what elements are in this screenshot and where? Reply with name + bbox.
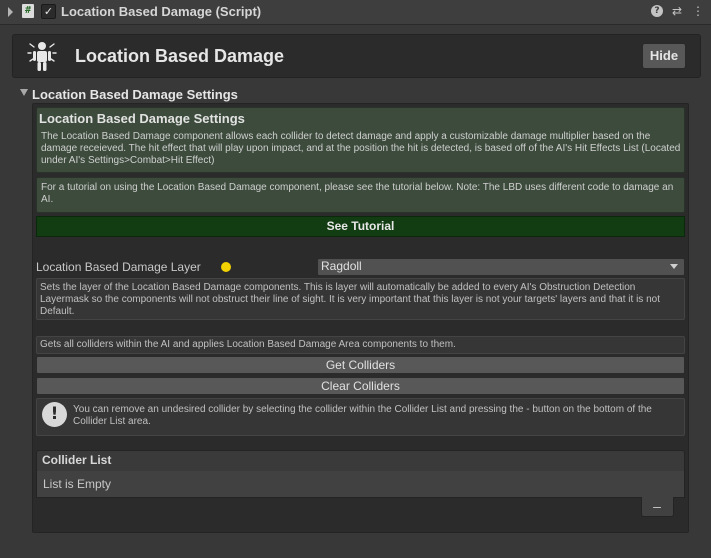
- collider-list-title: Collider List: [42, 453, 112, 467]
- script-icon: #: [22, 4, 34, 18]
- layer-dropdown-value: Ragdoll: [321, 259, 362, 273]
- info-text: The Location Based Damage component allo…: [41, 131, 681, 166]
- settings-foldout-label[interactable]: Location Based Damage Settings: [32, 87, 238, 102]
- layer-field-label: Location Based Damage Layer: [36, 260, 201, 274]
- component-title: Location Based Damage (Script): [61, 4, 262, 19]
- remove-collider-help-text: You can remove an undesired collider by …: [73, 404, 652, 427]
- get-colliders-button[interactable]: Get Colliders: [36, 356, 685, 374]
- remove-item-button[interactable]: –: [651, 498, 663, 514]
- warning-icon: !: [42, 402, 67, 427]
- foldout-arrow-icon[interactable]: [8, 7, 13, 17]
- help-icon[interactable]: ?: [651, 5, 663, 17]
- layer-description: Sets the layer of the Location Based Dam…: [40, 282, 660, 317]
- preset-icon[interactable]: ⇄: [670, 4, 684, 18]
- colliders-description: Gets all colliders within the AI and app…: [40, 339, 456, 350]
- layer-indicator-icon: [221, 262, 231, 272]
- collider-list-header: [36, 450, 685, 472]
- panel-title: Location Based Damage: [75, 46, 285, 66]
- see-tutorial-button[interactable]: See Tutorial: [36, 216, 685, 237]
- collider-list-empty-text: List is Empty: [43, 477, 112, 491]
- info-title: Location Based Damage Settings: [39, 111, 245, 126]
- collider-list-body[interactable]: [36, 471, 685, 498]
- title-panel: Location Based Damage Hide: [12, 34, 701, 78]
- settings-foldout-arrow-icon[interactable]: [20, 89, 28, 96]
- layer-dropdown[interactable]: [317, 258, 685, 276]
- clear-colliders-button[interactable]: Clear Colliders: [36, 377, 685, 395]
- enable-checkbox[interactable]: ✓: [41, 4, 56, 19]
- chevron-down-icon[interactable]: [670, 264, 678, 269]
- human-body-icon: [27, 42, 57, 71]
- hide-button[interactable]: Hide: [642, 43, 686, 69]
- context-menu-icon[interactable]: ⋮: [691, 4, 705, 18]
- tutorial-text: For a tutorial on using the Location Bas…: [41, 182, 674, 205]
